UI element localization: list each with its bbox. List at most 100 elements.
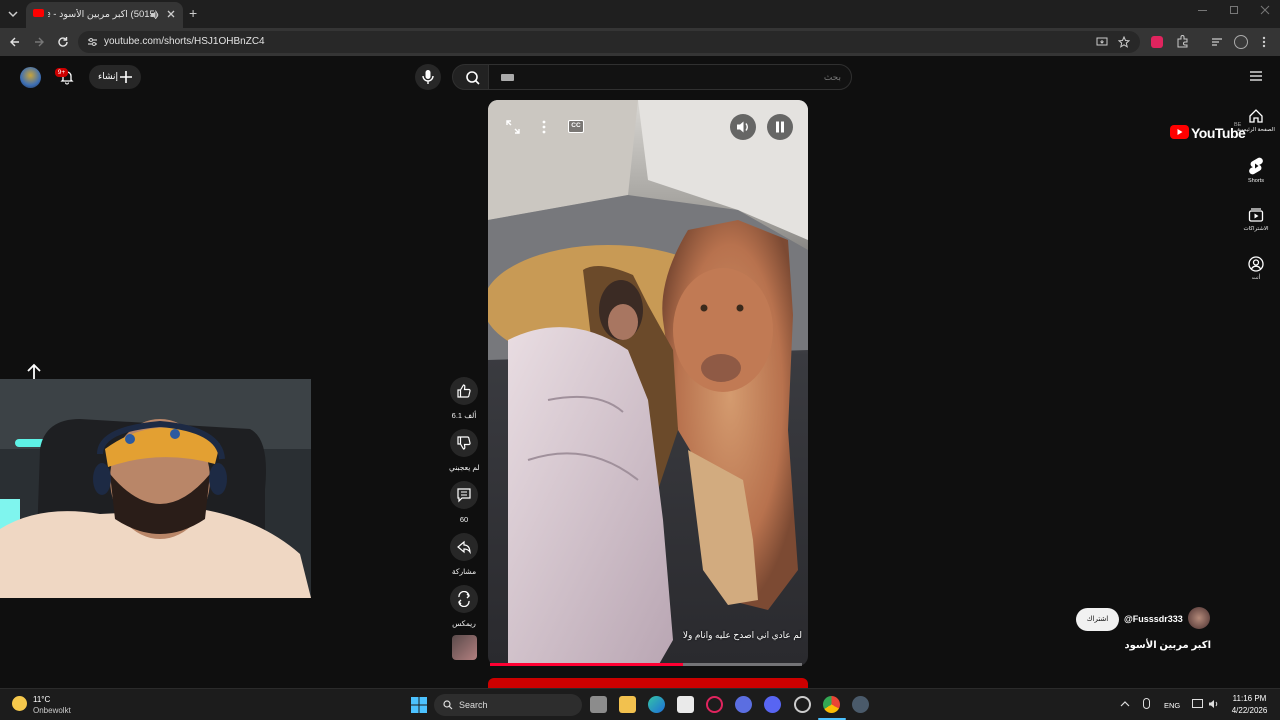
video-title: اكبر مربين الأسود: [1124, 640, 1211, 651]
channel-handle[interactable]: @Fusssdr333: [1124, 614, 1183, 624]
taskbar-search-label: Search: [459, 700, 488, 710]
chrome-icon[interactable]: [823, 696, 840, 713]
volume-button[interactable]: [730, 114, 756, 140]
search-input[interactable]: بحث: [488, 64, 852, 90]
dislike-button[interactable]: لم يعجبني: [449, 429, 480, 472]
bookmark-star-icon[interactable]: [1118, 36, 1130, 48]
network-icon[interactable]: [1192, 699, 1203, 708]
file-explorer-icon[interactable]: [619, 696, 636, 713]
channel-avatar[interactable]: [1188, 607, 1210, 629]
subscriptions-icon: [1248, 208, 1264, 222]
remix-icon: [458, 591, 470, 607]
browser-menu-icon[interactable]: [1262, 36, 1266, 48]
weather-temperature[interactable]: 11°C: [33, 695, 50, 704]
remix-label: ريمكس: [452, 619, 476, 628]
clock-date[interactable]: 4/22/2026: [1227, 706, 1272, 715]
webcam-streamer-image: [0, 379, 311, 598]
back-icon[interactable]: [9, 36, 21, 48]
shorts-icon: [1249, 157, 1263, 175]
guide-item-you[interactable]: أنت: [1232, 256, 1280, 281]
extensions-puzzle-icon[interactable]: [1176, 35, 1189, 48]
tab-close-icon[interactable]: [166, 9, 176, 19]
speaker-icon[interactable]: [1208, 698, 1220, 710]
share-icon: [457, 540, 471, 555]
profile-avatar-icon[interactable]: [1234, 35, 1248, 49]
tab-youtube[interactable]: (5015) اكبر مربين الأسود - YouTube: [26, 2, 183, 28]
forward-icon[interactable]: [33, 36, 45, 48]
taskbar-search-box[interactable]: Search: [434, 694, 582, 716]
video-progress-bar[interactable]: [490, 663, 802, 666]
expand-icon: [506, 120, 520, 134]
extension-pink-icon[interactable]: [1151, 36, 1163, 48]
discord-icon[interactable]: [764, 696, 781, 713]
address-bar[interactable]: youtube.com/shorts/HSJ1OHBnZC4: [78, 31, 1140, 53]
weather-description[interactable]: Onbewolkt: [33, 706, 71, 715]
next-short-preview[interactable]: [488, 678, 808, 688]
search-button[interactable]: [452, 64, 492, 90]
microphone-icon: [422, 70, 434, 84]
windows-logo-icon: [411, 697, 427, 713]
guide-item-home[interactable]: الصفحة الرئيسية: [1232, 108, 1280, 133]
guide-item-shorts[interactable]: Shorts: [1232, 157, 1280, 184]
sound-track-thumbnail[interactable]: [452, 635, 477, 660]
youtube-masthead: بحث YouTube BE: [0, 56, 1280, 141]
comment-count: 60: [459, 515, 469, 524]
obs-studio-icon[interactable]: [794, 696, 811, 713]
subscribe-button[interactable]: اشتراك: [1076, 608, 1119, 631]
remix-button[interactable]: ريمكس: [449, 585, 479, 628]
guide-item-label: الصفحة الرئيسية: [1237, 127, 1275, 133]
video-progress-fill: [490, 663, 684, 666]
guide-item-label: Shorts: [1248, 178, 1264, 184]
guide-item-label: الاشتراكات: [1243, 226, 1269, 232]
pause-button[interactable]: [767, 114, 793, 140]
like-count: 6.1 ألف: [451, 411, 477, 420]
audio-playing-icon[interactable]: [150, 10, 160, 20]
site-info-icon[interactable]: [87, 37, 98, 47]
keyboard-icon[interactable]: [501, 74, 514, 81]
voice-search-button[interactable]: [415, 64, 441, 90]
like-button[interactable]: 6.1 ألف: [449, 377, 479, 420]
thumbs-up-icon: [457, 384, 471, 398]
shorts-video-player[interactable]: CC لم عادي اني اصدح عليه وانام ولا: [488, 100, 808, 666]
reading-list-icon[interactable]: [1211, 36, 1223, 48]
settings-gear-icon[interactable]: [852, 696, 869, 713]
url-text: youtube.com/shorts/HSJ1OHBnZC4: [104, 36, 265, 47]
search-placeholder: بحث: [823, 72, 841, 82]
new-tab-button[interactable]: +: [189, 5, 197, 21]
microsoft-store-icon[interactable]: [677, 696, 694, 713]
install-app-icon[interactable]: [1096, 36, 1108, 48]
search-icon: [466, 71, 480, 85]
edge-browser-icon[interactable]: [648, 696, 665, 713]
youtube-logo[interactable]: YouTube BE: [1170, 122, 1246, 141]
more-vert-icon: [542, 120, 546, 134]
share-button[interactable]: مشاركة: [449, 533, 479, 576]
show-hidden-icons-chevron-icon[interactable]: [1120, 700, 1130, 708]
video-frame-lion-and-man: [488, 100, 808, 666]
microphone-tray-icon[interactable]: [1143, 698, 1150, 709]
minimize-icon[interactable]: [1198, 10, 1207, 11]
youtube-play-logo-icon: [1170, 125, 1189, 139]
window-close-icon[interactable]: [1260, 5, 1270, 15]
taskbar-search-icon: [443, 700, 453, 710]
guide-menu-icon[interactable]: [1250, 71, 1262, 81]
create-button[interactable]: إنشاء: [89, 65, 141, 89]
captions-button[interactable]: CC: [568, 120, 584, 133]
task-view-icon[interactable]: [590, 696, 607, 713]
comment-icon: [457, 488, 471, 503]
clock-time[interactable]: 11:16 PM: [1227, 694, 1272, 703]
start-button[interactable]: [411, 697, 427, 713]
share-label: مشاركة: [451, 567, 477, 576]
input-language[interactable]: ENG: [1164, 701, 1180, 710]
opera-gx-icon[interactable]: [706, 696, 723, 713]
guide-item-label: أنت: [1251, 275, 1261, 281]
media-player-icon[interactable]: [735, 696, 752, 713]
tab-search-icon[interactable]: [6, 8, 20, 20]
guide-item-subscriptions[interactable]: الاشتراكات: [1232, 207, 1280, 232]
comments-button[interactable]: 60: [449, 481, 479, 524]
moon-weather-icon[interactable]: [12, 696, 27, 711]
maximize-icon[interactable]: [1230, 6, 1238, 14]
fullscreen-button[interactable]: [500, 114, 526, 140]
more-options-button[interactable]: [531, 114, 557, 140]
reload-icon[interactable]: [57, 36, 69, 48]
account-avatar[interactable]: [20, 67, 41, 88]
